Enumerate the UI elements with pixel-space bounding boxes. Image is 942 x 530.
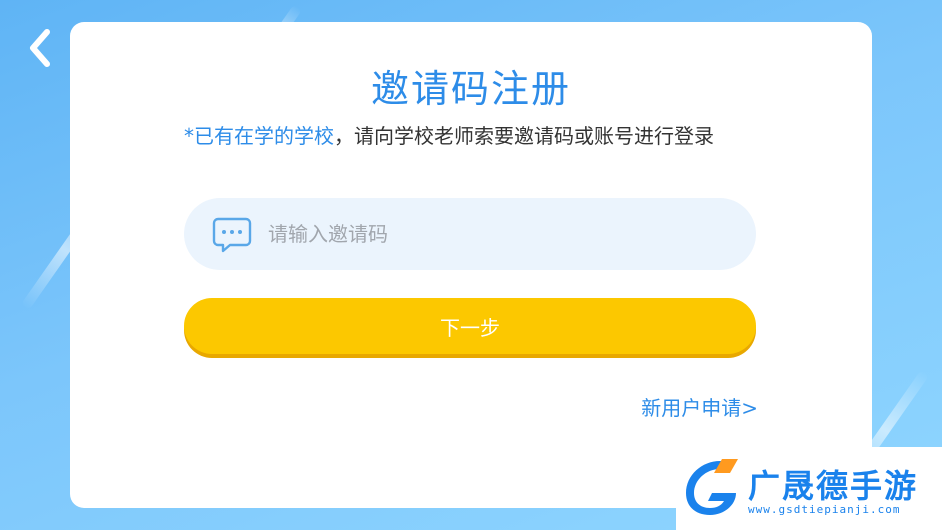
notice-body: ，请向学校老师索要邀请码或账号进行登录 bbox=[334, 124, 714, 148]
back-button[interactable] bbox=[22, 26, 58, 70]
page-title: 邀请码注册 bbox=[370, 67, 571, 111]
message-icon bbox=[212, 214, 252, 254]
watermark: 广晟德手游 www.gsdtiepianji.com bbox=[676, 447, 942, 530]
new-user-apply-link[interactable]: 新用户申请> bbox=[641, 392, 758, 421]
watermark-domain: www.gsdtiepianji.com bbox=[748, 503, 901, 516]
watermark-brand: 广晟德手游 bbox=[748, 467, 919, 505]
notice-highlight: *已有在学的学校 bbox=[184, 124, 334, 148]
next-step-button[interactable]: 下一步 bbox=[184, 298, 756, 354]
notice-text: *已有在学的学校，请向学校老师索要邀请码或账号进行登录 bbox=[184, 122, 759, 150]
invite-code-input[interactable] bbox=[266, 221, 710, 247]
logo-icon bbox=[686, 459, 738, 515]
register-card: 邀请码注册 *已有在学的学校，请向学校老师索要邀请码或账号进行登录 下一步 新用… bbox=[70, 22, 872, 508]
invite-code-field[interactable] bbox=[184, 198, 756, 270]
chevron-left-icon bbox=[30, 29, 50, 67]
